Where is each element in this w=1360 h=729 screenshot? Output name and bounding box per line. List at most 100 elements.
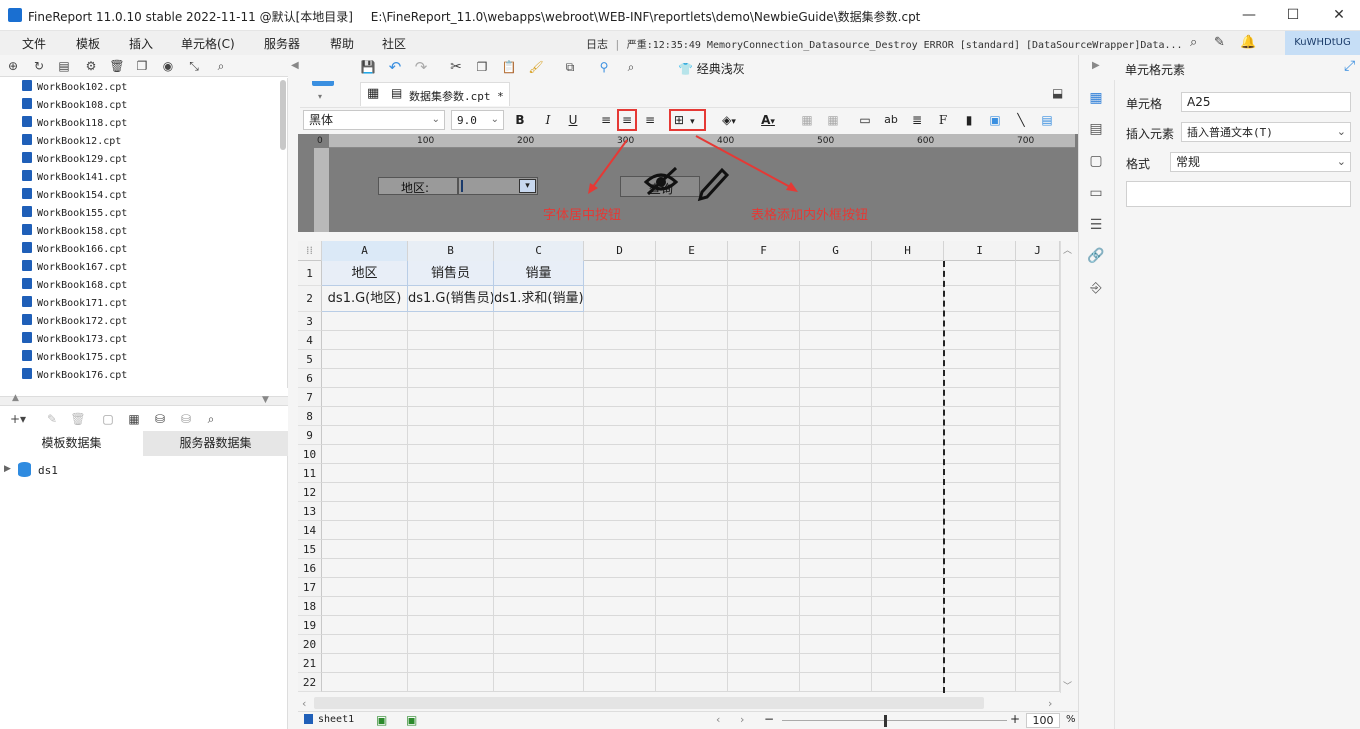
grid-cell[interactable]	[944, 673, 1016, 692]
file-item[interactable]: WorkBook129.cpt	[22, 150, 127, 168]
dataset-param-icon[interactable]: ▦	[126, 411, 142, 427]
grid-cell[interactable]	[408, 673, 494, 692]
grid-cell[interactable]	[494, 407, 584, 426]
grid-cell[interactable]	[656, 502, 728, 521]
bold-button[interactable]: B	[511, 111, 529, 129]
grid-cell[interactable]	[322, 654, 408, 673]
file-item[interactable]: WorkBook167.cpt	[22, 258, 127, 276]
grid-cell[interactable]	[322, 616, 408, 635]
grid-cell[interactable]	[584, 261, 656, 286]
grid-cell[interactable]	[800, 502, 872, 521]
add-dataset-icon[interactable]: +▾	[6, 411, 30, 427]
grid-cell[interactable]	[494, 654, 584, 673]
grid-cell[interactable]	[800, 635, 872, 654]
grid-cell[interactable]	[656, 597, 728, 616]
column-header[interactable]: C	[494, 241, 584, 261]
tab-menu-icon[interactable]: ⬓	[1052, 86, 1063, 100]
grid-cell[interactable]	[872, 540, 944, 559]
menu-template[interactable]: 模板	[76, 35, 100, 52]
grid-cell[interactable]	[322, 521, 408, 540]
grid-cell[interactable]	[800, 597, 872, 616]
column-header[interactable]: B	[408, 241, 494, 261]
copy-icon[interactable]: ❐	[474, 59, 490, 75]
combo-dropdown-icon[interactable]: ▾	[519, 179, 536, 193]
row-header[interactable]: 1	[298, 261, 322, 286]
menu-cell[interactable]: 单元格(C)	[181, 35, 235, 52]
grid-cell[interactable]	[800, 407, 872, 426]
format-select[interactable]: 常规 ⌄	[1170, 152, 1351, 172]
theme-button[interactable]: 👕 经典浅灰	[678, 60, 745, 77]
maximize-button[interactable]: ☐	[1276, 4, 1310, 26]
grid-cell[interactable]	[656, 286, 728, 312]
grid-cell[interactable]	[800, 286, 872, 312]
grid-cell[interactable]	[408, 388, 494, 407]
grid-cell[interactable]	[494, 388, 584, 407]
grid-cell[interactable]	[1016, 369, 1060, 388]
file-item[interactable]: WorkBook154.cpt	[22, 186, 127, 204]
grid-cell[interactable]	[1016, 407, 1060, 426]
fill-color-button[interactable]: ◈▾	[714, 111, 744, 129]
grid-cell[interactable]	[1016, 559, 1060, 578]
file-list-scrollbar[interactable]	[280, 80, 286, 150]
column-header[interactable]: F	[728, 241, 800, 261]
font-select[interactable]: 黑体 ⌄	[303, 110, 445, 130]
collapse-left-icon[interactable]: ◀	[291, 60, 299, 71]
grid-cell[interactable]	[800, 464, 872, 483]
row-header[interactable]: 5	[298, 350, 322, 369]
grid-cell[interactable]	[800, 559, 872, 578]
grid-cell[interactable]	[944, 388, 1016, 407]
grid-cell[interactable]	[656, 616, 728, 635]
grid-cell[interactable]	[872, 312, 944, 331]
select-all-corner[interactable]: ⁞⁞	[298, 241, 322, 261]
align-right-button[interactable]: ≡	[641, 111, 659, 129]
grid-cell[interactable]	[1016, 286, 1060, 312]
expand-arrow-icon[interactable]: ▶	[4, 464, 11, 474]
font-size-select[interactable]: 9.0 ⌄	[451, 110, 504, 130]
menu-insert[interactable]: 插入	[129, 35, 153, 52]
file-item[interactable]: WorkBook141.cpt	[22, 168, 127, 186]
scroll-down-icon[interactable]: ﹀	[1063, 679, 1072, 692]
grid-cell[interactable]	[800, 578, 872, 597]
grid-cell[interactable]	[656, 388, 728, 407]
refresh-icon[interactable]: ↻	[31, 58, 47, 74]
menu-server[interactable]: 服务器	[264, 35, 300, 52]
grid-cell[interactable]	[656, 483, 728, 502]
zoom-out-icon[interactable]: −	[764, 712, 774, 726]
grid-cell[interactable]	[728, 502, 800, 521]
grid-cell[interactable]	[584, 597, 656, 616]
grid-cell[interactable]	[800, 521, 872, 540]
grid-cell[interactable]	[408, 578, 494, 597]
grid-cell[interactable]	[656, 261, 728, 286]
grid-cell[interactable]	[322, 369, 408, 388]
file-item[interactable]: WorkBook102.cpt	[22, 78, 127, 96]
grid-cell[interactable]: ds1.求和(销量)	[494, 286, 584, 312]
grid-cell[interactable]	[322, 502, 408, 521]
grid-cell[interactable]	[800, 483, 872, 502]
grid-cell[interactable]	[944, 286, 1016, 312]
undo-icon[interactable]: ↶	[387, 59, 403, 75]
edit-icon[interactable]: ✎	[1214, 35, 1225, 50]
grid-cell[interactable]	[1016, 426, 1060, 445]
grid-cell[interactable]	[872, 369, 944, 388]
slash-icon[interactable]: ╲	[1012, 111, 1030, 129]
insert-row-icon[interactable]: ▭	[856, 111, 874, 129]
scroll-left-icon[interactable]: ‹	[302, 697, 306, 710]
grid-cell[interactable]	[944, 312, 1016, 331]
grid-cell[interactable]	[800, 445, 872, 464]
column-header[interactable]: J	[1016, 241, 1060, 261]
grid-cell[interactable]	[800, 388, 872, 407]
grid-cell[interactable]	[1016, 483, 1060, 502]
tab-template-dataset[interactable]: 模板数据集	[0, 431, 143, 456]
grid-cell[interactable]	[656, 426, 728, 445]
locate-icon[interactable]: ◉	[160, 58, 176, 74]
grid-cell[interactable]	[584, 286, 656, 312]
formula-icon[interactable]: F	[934, 111, 952, 129]
grid-cell[interactable]	[494, 445, 584, 464]
file-item[interactable]: WorkBook168.cpt	[22, 276, 127, 294]
new-folder-icon[interactable]: ⊕	[5, 58, 21, 74]
grid-cell[interactable]	[322, 350, 408, 369]
grid-cell[interactable]	[584, 673, 656, 692]
column-header[interactable]: G	[800, 241, 872, 261]
preview-dataset-icon[interactable]: ▢	[100, 411, 116, 427]
sheet-tab[interactable]: sheet1	[318, 714, 354, 725]
